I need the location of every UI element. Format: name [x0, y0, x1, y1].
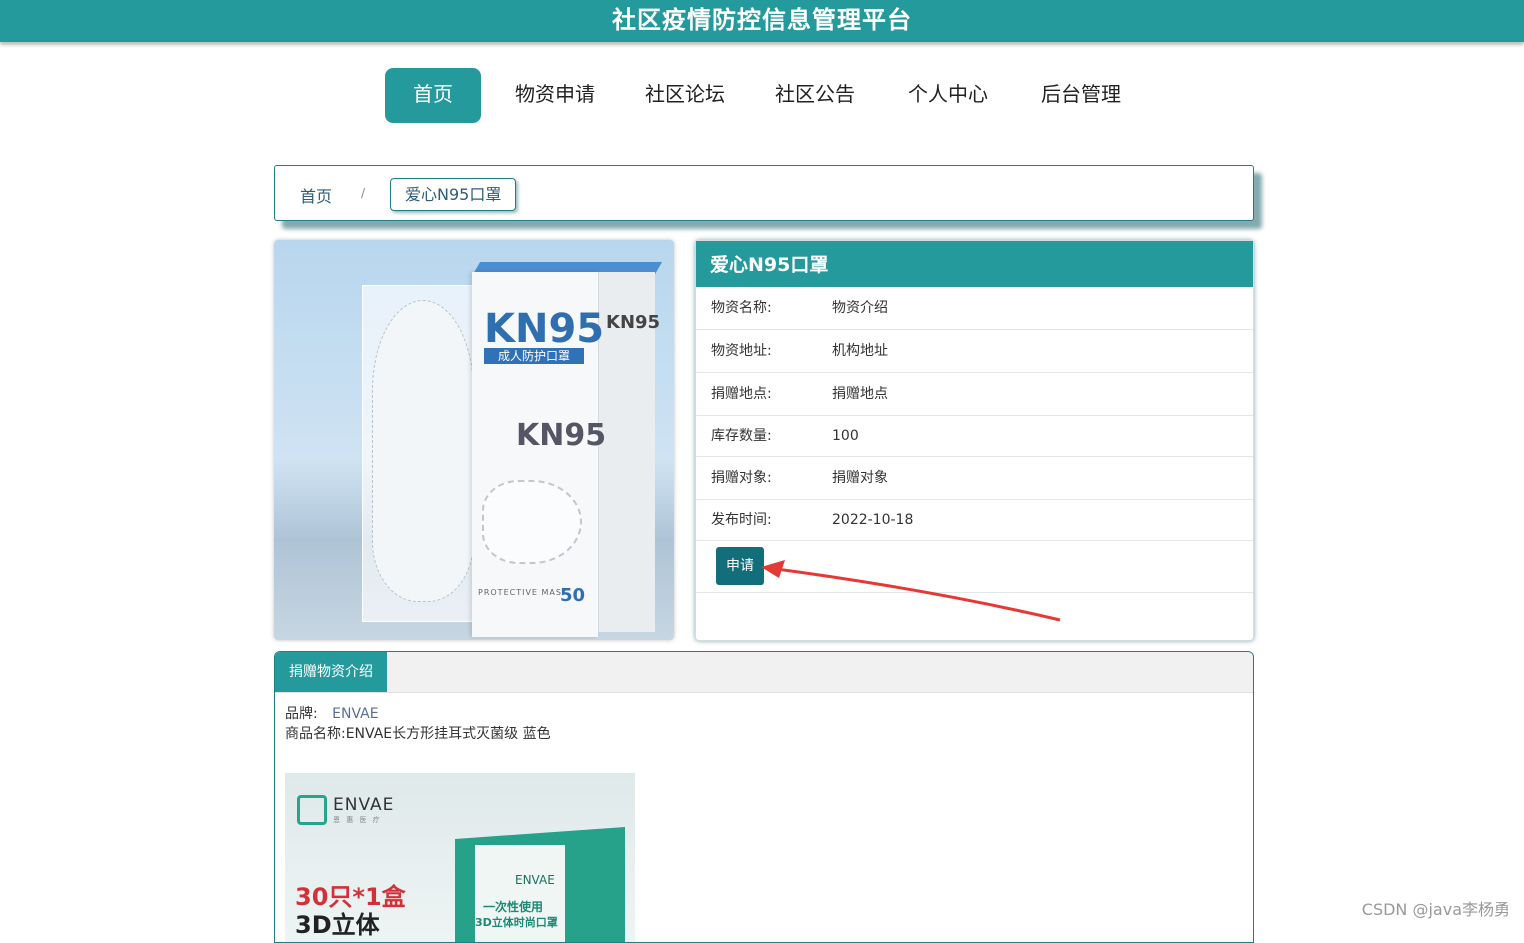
info-row: 物资名称: 物资介绍	[696, 287, 1253, 330]
nav-item-community-notice[interactable]: 社区公告	[765, 68, 865, 123]
envae-logo-icon	[297, 795, 327, 825]
info-value: 捐赠对象	[832, 470, 888, 486]
info-row: 库存数量: 100	[696, 416, 1253, 457]
info-label: 物资地址:	[711, 343, 772, 359]
breadcrumb-current: 爱心N95口罩	[390, 178, 517, 211]
tab-donation-intro[interactable]: 捐赠物资介绍	[275, 652, 387, 692]
product-name-line: 商品名称:ENVAE长方形挂耳式灭菌级 蓝色	[285, 726, 551, 742]
info-value: 2022-10-18	[832, 512, 914, 528]
product-image: KN95 成人防护口罩 KN95 KN95 PROTECTIVE MASK 50	[274, 240, 674, 640]
info-value: 捐赠地点	[832, 386, 888, 402]
brand-line: 品牌: ENVAE	[285, 704, 551, 724]
info-value: 100	[832, 428, 859, 444]
info-value: 机构地址	[832, 343, 888, 359]
info-label: 库存数量:	[711, 428, 772, 444]
tab-bar: 捐赠物资介绍	[275, 652, 1253, 693]
envae-box-name: ENVAE	[515, 873, 555, 887]
arrow-line	[768, 566, 1061, 622]
info-row: 发布时间: 2022-10-18	[696, 500, 1253, 541]
main-nav: 首页 物资申请 社区论坛 社区公告 个人中心 后台管理	[0, 68, 1524, 123]
brand-label: 品牌:	[285, 706, 318, 722]
box-kn95-side: KN95	[606, 312, 661, 333]
nav-item-home[interactable]: 首页	[385, 68, 481, 123]
brand-value: ENVAE	[332, 706, 379, 722]
info-label: 捐赠对象:	[711, 470, 772, 486]
box-protective-text: PROTECTIVE MASK	[478, 588, 569, 597]
breadcrumb-home-link[interactable]: 首页	[300, 183, 332, 207]
info-label: 捐赠地点:	[711, 386, 772, 402]
envae-box-line1: 一次性使用	[483, 900, 544, 914]
info-label: 物资名称:	[711, 300, 772, 316]
nav-item-personal-center[interactable]: 个人中心	[898, 68, 998, 123]
arrow-head	[761, 560, 785, 578]
mask-illustration	[372, 300, 474, 602]
box-subtitle: 成人防护口罩	[484, 348, 584, 364]
info-value: 物资介绍	[832, 300, 888, 316]
site-title: 社区疫情防控信息管理平台	[612, 6, 912, 34]
info-row: 捐赠对象: 捐赠对象	[696, 457, 1253, 500]
breadcrumb-separator: /	[361, 186, 366, 200]
product-description: 品牌: ENVAE 商品名称:ENVAE长方形挂耳式灭菌级 蓝色	[285, 704, 551, 744]
info-row: 物资地址: 机构地址	[696, 330, 1253, 373]
info-label: 发布时间:	[711, 512, 772, 528]
box-count: 50	[560, 585, 586, 606]
tab-panel: 捐赠物资介绍 品牌: ENVAE 商品名称:ENVAE长方形挂耳式灭菌级 蓝色 …	[274, 651, 1254, 943]
box-kn95-mid: KN95	[516, 418, 607, 453]
envae-brand-sub: 恩 惠 医 疗	[333, 816, 382, 824]
envae-brand-name: ENVAE	[333, 795, 395, 815]
nav-item-community-forum[interactable]: 社区论坛	[635, 68, 735, 123]
box-kn95-title: KN95	[484, 306, 605, 352]
top-header-bar: 社区疫情防控信息管理平台	[0, 0, 1524, 42]
mask-drawing	[482, 480, 582, 564]
envae-3d-text: 3D立体	[295, 911, 380, 939]
annotation-arrow-icon	[761, 560, 1061, 622]
info-title: 爱心N95口罩	[696, 241, 1253, 287]
csdn-watermark: CSDN @java李杨勇	[1361, 900, 1510, 919]
nav-item-admin[interactable]: 后台管理	[1031, 68, 1131, 123]
info-row: 捐赠地点: 捐赠地点	[696, 373, 1253, 416]
envae-product-image: ENVAE 恩 惠 医 疗 30只*1盒 3D立体 ENVAE 一次性使用 3D…	[285, 773, 635, 942]
nav-item-supply-apply[interactable]: 物资申请	[505, 68, 605, 123]
breadcrumb: 首页 / 爱心N95口罩	[274, 165, 1254, 221]
